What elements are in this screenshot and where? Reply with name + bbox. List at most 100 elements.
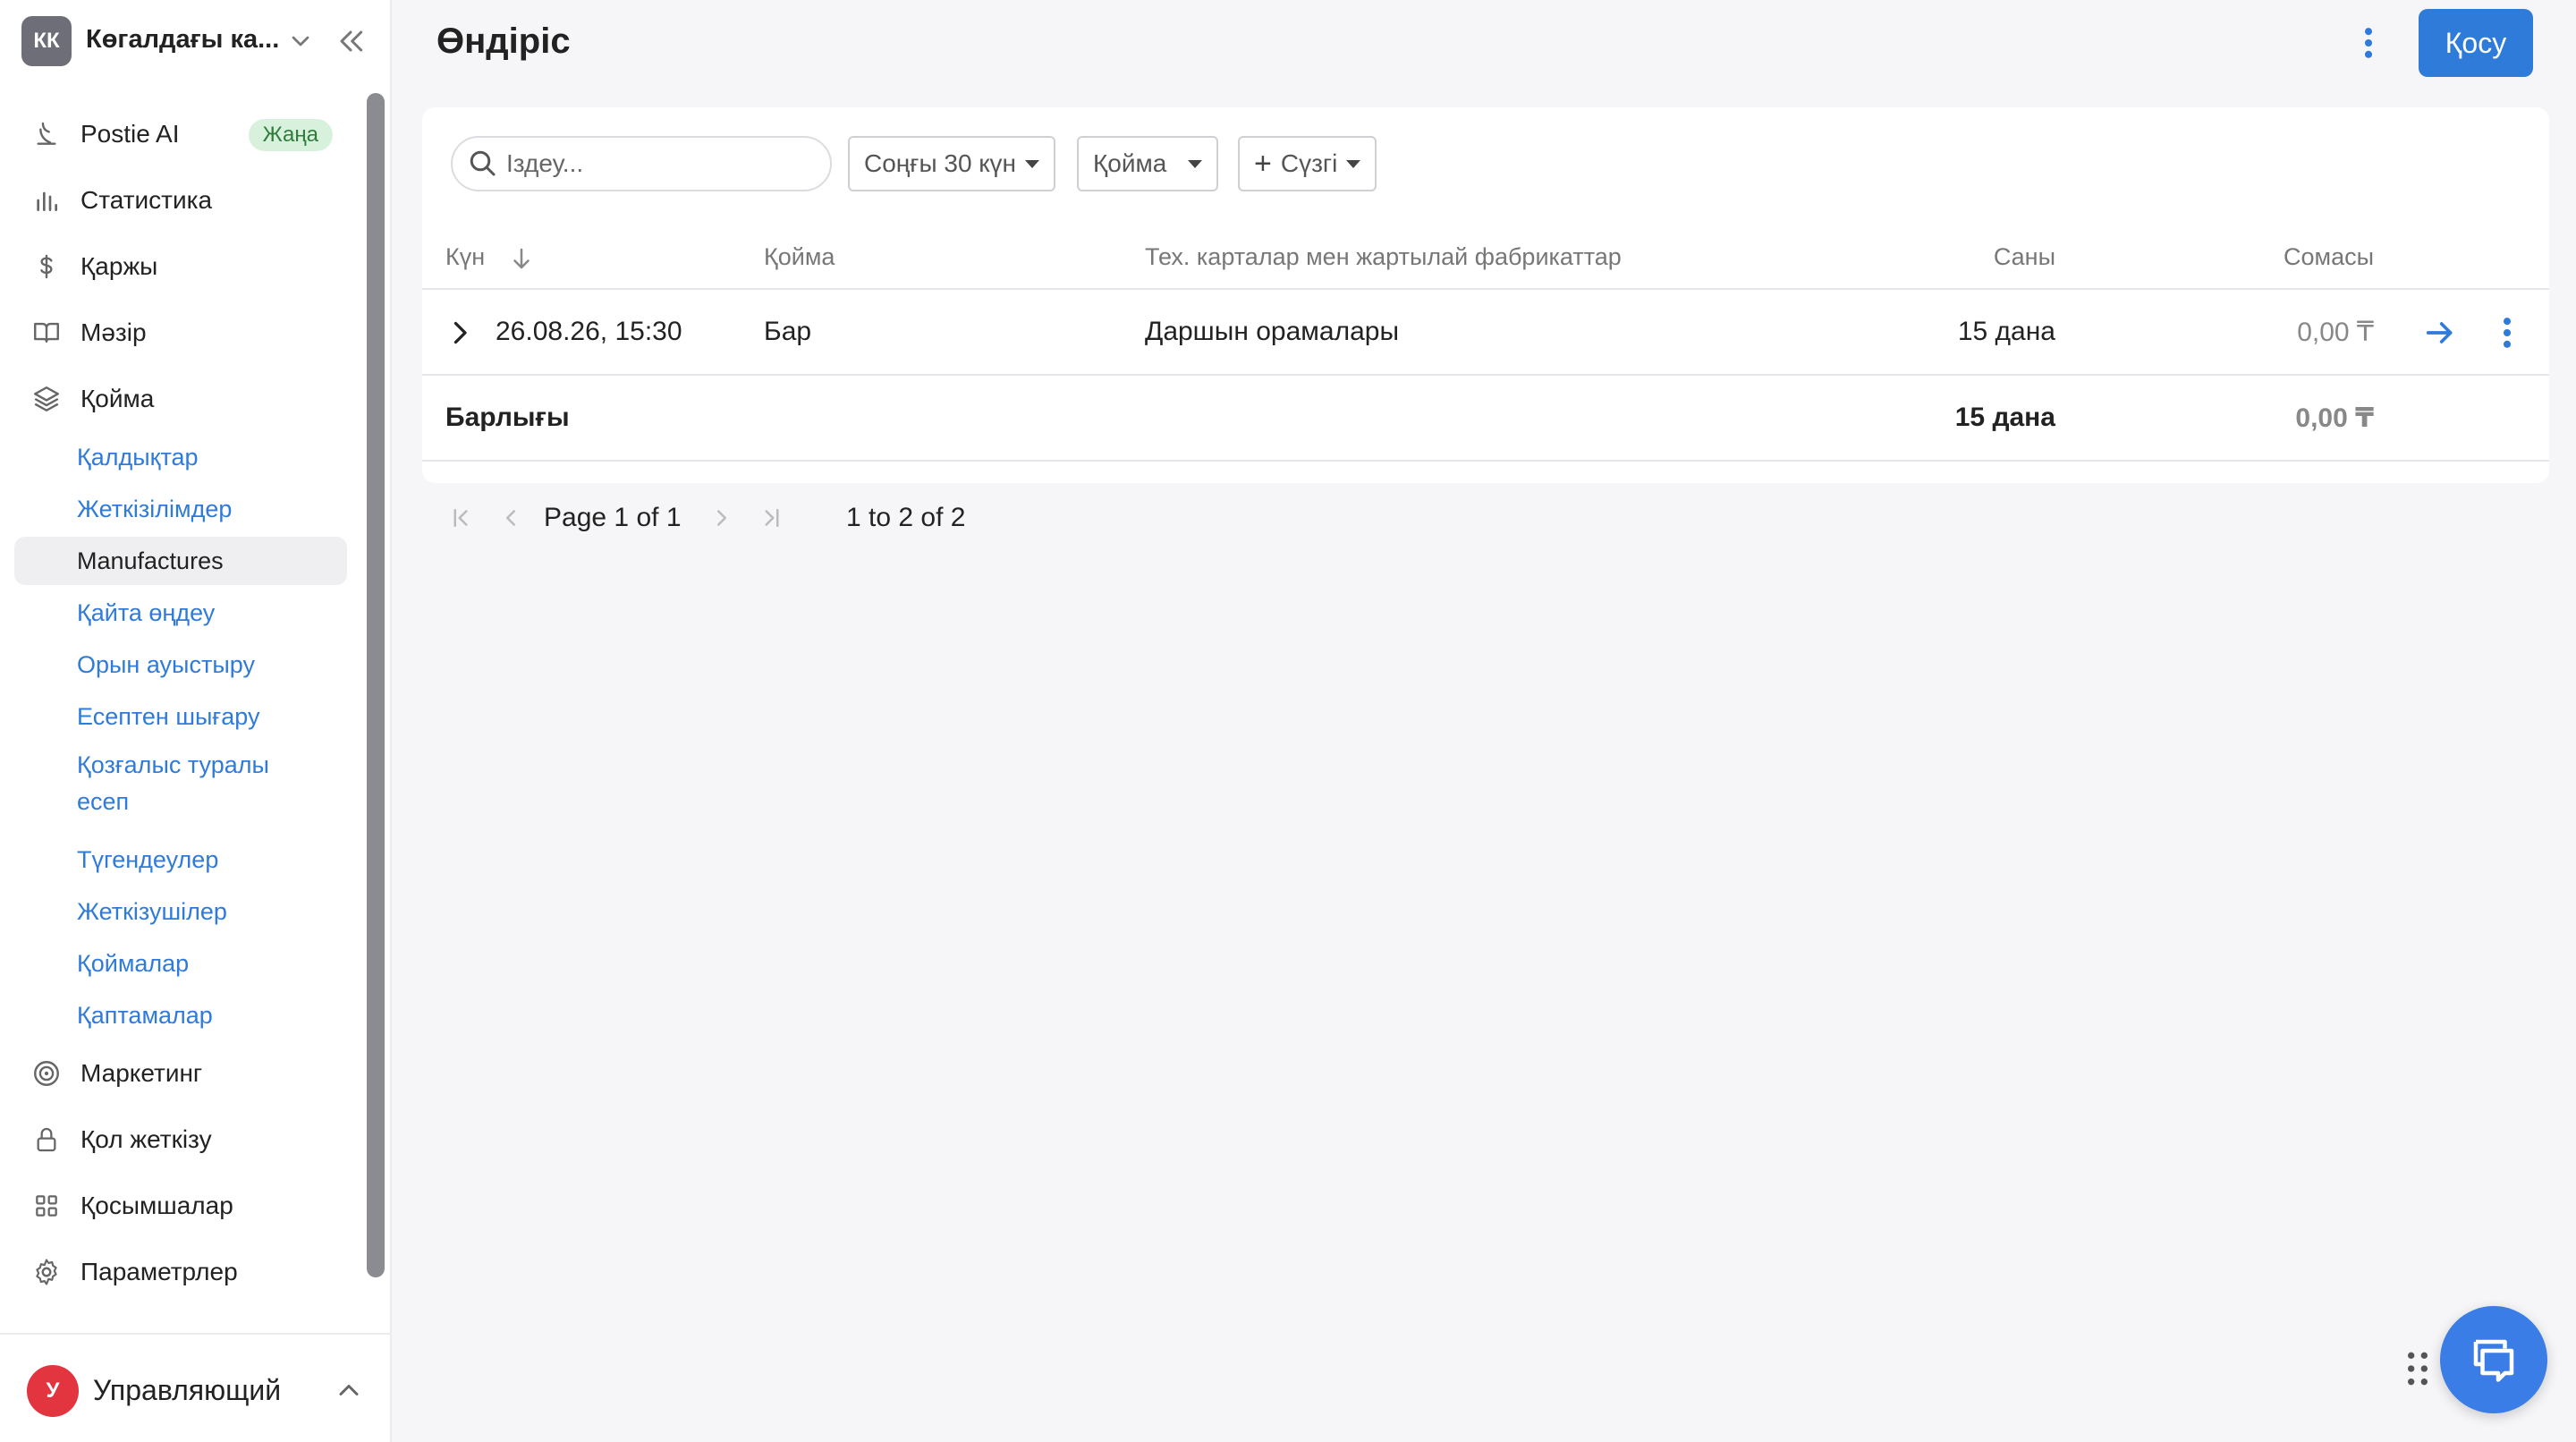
sidebar-subitem-reprocessing[interactable]: Қайта өңдеу	[14, 589, 347, 637]
account-switcher[interactable]: КК Көгалдағы ка...	[0, 0, 390, 81]
sidebar-item-apps[interactable]: Қосымшалар	[14, 1179, 347, 1233]
row-date: 26.08.26, 15:30	[496, 317, 682, 346]
page-current: 1	[614, 503, 630, 532]
period-filter-label: Соңғы 30 күн	[864, 149, 1017, 177]
new-badge: Жаңа	[248, 119, 333, 151]
chevron-right-icon[interactable]	[444, 317, 476, 349]
warehouse-filter-label: Қойма	[1093, 149, 1167, 177]
sidebar-item-menu[interactable]: Мәзір	[14, 306, 347, 360]
prev-page-icon[interactable]	[497, 505, 524, 531]
sidebar-subitem-supplies[interactable]: Жеткізілімдер	[14, 485, 347, 533]
sidebar-subitem-label: Жеткізілімдер	[77, 495, 233, 522]
chat-icon	[2473, 1339, 2514, 1382]
sidebar-item-label: Postie AI	[80, 120, 180, 148]
sidebar-subitem-label: Қоймалар	[77, 949, 190, 977]
search-icon	[470, 150, 496, 176]
sort-down-icon[interactable]	[508, 245, 535, 272]
sidebar-item-label: Қаржы	[80, 252, 158, 280]
sidebar-subitem-label: Қайта өңдеу	[77, 598, 216, 626]
sidebar-subitem-warehouses[interactable]: Қоймалар	[14, 939, 347, 988]
chevron-up-icon[interactable]	[333, 1374, 365, 1406]
account-avatar: КК	[21, 16, 72, 66]
sidebar-subitem-stocks[interactable]: Қалдықтар	[14, 433, 347, 481]
total-quantity: 15 дана	[1954, 403, 2055, 432]
user-avatar: У	[27, 1365, 79, 1417]
chat-button[interactable]	[2440, 1306, 2547, 1413]
drag-handle-icon[interactable]	[2404, 1349, 2431, 1388]
bar-chart-icon	[29, 182, 64, 218]
sidebar-item-marketing[interactable]: Маркетинг	[14, 1047, 347, 1100]
sidebar-subitem-label: Қозғалыс туралы есеп	[77, 751, 269, 815]
table-total-row: Барлығы 15 дана 0,00 ₸	[422, 376, 2549, 462]
plus-icon: +	[1254, 146, 1272, 181]
sidebar-subitem-manufactures[interactable]: Manufactures	[14, 537, 347, 585]
grid-icon	[29, 1188, 64, 1224]
sidebar-subitem-packaging[interactable]: Қаптамалар	[14, 991, 347, 1039]
add-filter-button[interactable]: + Сүзгі	[1238, 136, 1377, 191]
sidebar-subitem-suppliers[interactable]: Жеткізушілер	[14, 887, 347, 936]
layers-icon	[29, 381, 64, 417]
row-quantity: 15 дана	[1957, 317, 2055, 346]
page-total: 1	[665, 503, 682, 532]
sidebar-item-access[interactable]: Қол жеткізу	[14, 1113, 347, 1166]
total-label: Барлығы	[445, 403, 570, 432]
next-page-icon[interactable]	[708, 505, 735, 531]
column-date[interactable]: Күн	[445, 243, 485, 271]
total-amount: 0,00 ₸	[2295, 403, 2374, 433]
sidebar-scrollbar-thumb[interactable]	[367, 93, 385, 1277]
account-name: Көгалдағы ка...	[86, 25, 280, 54]
table-header: Күн Қойма Тех. карталар мен жартылай фаб…	[422, 229, 2549, 290]
column-items[interactable]: Тех. карталар мен жартылай фабрикаттар	[1145, 243, 1622, 271]
sidebar-nav: Postie AI Жаңа Статистика Қаржы Мәзір Қо…	[0, 98, 358, 1326]
sidebar-item-settings[interactable]: Параметрлер	[14, 1245, 347, 1299]
row-warehouse: Бар	[764, 317, 812, 346]
row-amount: 0,00 ₸	[2297, 318, 2374, 347]
sidebar-subitem-label: Есептен шығару	[77, 702, 260, 730]
sidebar-item-warehouse[interactable]: Қойма	[14, 372, 347, 426]
sidebar: КК Көгалдағы ка... Postie AI Жаңа Статис…	[0, 0, 392, 1442]
search-box[interactable]	[451, 136, 832, 191]
row-items: Даршын орамалары	[1145, 317, 1400, 346]
sidebar-item-postie[interactable]: Postie AI Жаңа	[14, 107, 347, 161]
sidebar-subitem-label: Manufactures	[77, 547, 224, 574]
first-page-icon[interactable]	[447, 505, 474, 531]
column-warehouse[interactable]: Қойма	[764, 243, 835, 271]
user-menu[interactable]: У Управляющий	[0, 1333, 390, 1442]
warehouse-filter[interactable]: Қойма	[1077, 136, 1219, 191]
dollar-icon	[29, 249, 64, 284]
period-filter[interactable]: Соңғы 30 күн	[848, 136, 1056, 191]
lock-icon	[29, 1122, 64, 1158]
caret-down-icon	[1188, 159, 1203, 168]
add-filter-label: Сүзгі	[1280, 149, 1338, 177]
more-options-icon[interactable]	[2352, 23, 2385, 63]
sidebar-subitem-movement-report[interactable]: Қозғалыс туралы есеп	[14, 744, 347, 823]
search-input[interactable]	[506, 149, 810, 178]
manufactures-card: Соңғы 30 күн Қойма + Сүзгі Күн Қойма Тех.…	[422, 107, 2549, 532]
postie-icon	[29, 116, 64, 152]
arrow-right-icon[interactable]	[2422, 315, 2458, 351]
sidebar-subitem-writeoff[interactable]: Есептен шығару	[14, 692, 347, 741]
sidebar-subitem-label: Қаптамалар	[77, 1001, 213, 1029]
book-icon	[29, 315, 64, 351]
sidebar-subitem-transfer[interactable]: Орын ауыстыру	[14, 640, 347, 689]
caret-down-icon	[1346, 159, 1361, 168]
target-icon	[29, 1056, 64, 1091]
column-amount[interactable]: Сомасы	[2284, 243, 2374, 271]
add-button[interactable]: Қосу	[2419, 9, 2533, 77]
sidebar-subitem-inventory[interactable]: Түгендеулер	[14, 836, 347, 884]
chevron-down-icon[interactable]	[286, 27, 315, 55]
table-row[interactable]: 26.08.26, 15:30 Бар Даршын орамалары 15 …	[422, 290, 2549, 376]
sidebar-item-label: Қосымшалар	[80, 1192, 233, 1219]
kebab-icon[interactable]	[2494, 313, 2521, 352]
sidebar-subitem-label: Жеткізушілер	[77, 897, 227, 925]
collapse-sidebar-icon[interactable]	[333, 23, 369, 59]
column-quantity[interactable]: Саны	[1994, 243, 2055, 271]
gear-icon	[29, 1254, 64, 1290]
sidebar-item-label: Қол жеткізу	[80, 1125, 212, 1153]
user-name: Управляющий	[93, 1374, 282, 1406]
sidebar-item-statistics[interactable]: Статистика	[14, 174, 347, 227]
of-word: of	[636, 503, 659, 532]
last-page-icon[interactable]	[758, 505, 785, 531]
sidebar-item-label: Маркетинг	[80, 1059, 203, 1087]
sidebar-item-finance[interactable]: Қаржы	[14, 240, 347, 293]
